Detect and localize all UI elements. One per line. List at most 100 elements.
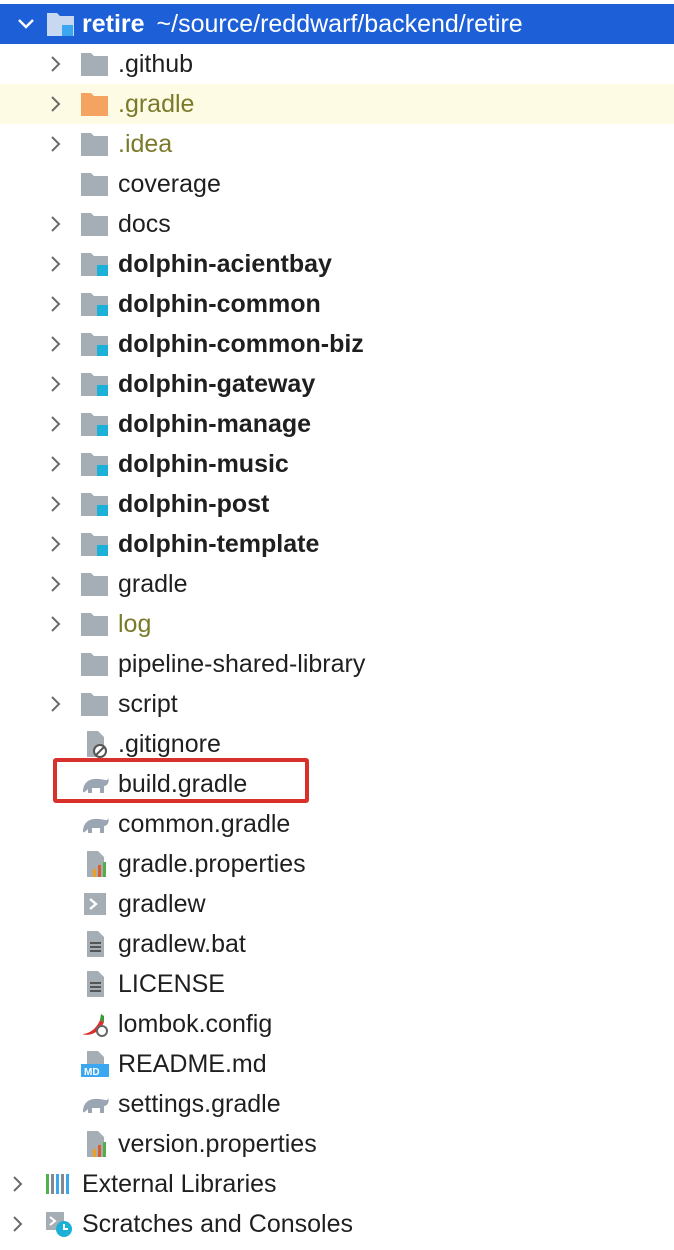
tree-root-retire[interactable]: retire ~/source/reddwarf/backend/retire bbox=[0, 4, 674, 44]
chevron-right-icon[interactable] bbox=[46, 124, 66, 164]
library-icon bbox=[44, 1170, 74, 1198]
tree-item-label: common.gradle bbox=[118, 810, 291, 838]
chevron-right-icon[interactable] bbox=[46, 484, 66, 524]
tree-item-license[interactable]: LICENSE bbox=[0, 964, 674, 1004]
folder-icon bbox=[80, 610, 110, 638]
module-folder-icon bbox=[80, 410, 110, 438]
tree-item-log[interactable]: log bbox=[0, 604, 674, 644]
tree-item-gradlew-bat[interactable]: gradlew.bat bbox=[0, 924, 674, 964]
tree-item-dolphin-music[interactable]: dolphin-music bbox=[0, 444, 674, 484]
tree-item-gradle-cache[interactable]: .gradle bbox=[0, 84, 674, 124]
tree-item-label: gradle.properties bbox=[118, 850, 306, 878]
tree-item-gradlew[interactable]: gradlew bbox=[0, 884, 674, 924]
tree-item-dolphin-acientbay[interactable]: dolphin-acientbay bbox=[0, 244, 674, 284]
tree-item-dolphin-gateway[interactable]: dolphin-gateway bbox=[0, 364, 674, 404]
tree-item-label: gradlew.bat bbox=[118, 930, 246, 958]
chevron-right-icon[interactable] bbox=[46, 44, 66, 84]
chevron-right-icon[interactable] bbox=[46, 564, 66, 604]
tree-item-settings-gradle[interactable]: settings.gradle bbox=[0, 1084, 674, 1124]
tree-item-readme[interactable]: MD README.md bbox=[0, 1044, 674, 1084]
tree-item-label: lombok.config bbox=[118, 1010, 273, 1038]
tree-item-common-gradle[interactable]: common.gradle bbox=[0, 804, 674, 844]
module-folder-icon bbox=[46, 10, 76, 38]
tree-item-label: README.md bbox=[118, 1050, 267, 1078]
tree-item-label: External Libraries bbox=[82, 1170, 277, 1198]
scratches-icon bbox=[44, 1210, 74, 1238]
text-file-icon bbox=[80, 930, 110, 958]
tree-item-label: LICENSE bbox=[118, 970, 225, 998]
tree-item-dolphin-common[interactable]: dolphin-common bbox=[0, 284, 674, 324]
tree-item-coverage[interactable]: coverage bbox=[0, 164, 674, 204]
tree-item-label: .gradle bbox=[118, 90, 195, 118]
folder-icon bbox=[80, 210, 110, 238]
svg-text:MD: MD bbox=[84, 1067, 100, 1078]
chevron-right-icon[interactable] bbox=[46, 604, 66, 644]
lombok-chili-icon bbox=[80, 1010, 110, 1038]
folder-icon bbox=[80, 690, 110, 718]
tree-item-label: dolphin-music bbox=[118, 450, 289, 478]
chevron-right-icon[interactable] bbox=[46, 364, 66, 404]
folder-icon bbox=[80, 90, 110, 118]
chevron-right-icon[interactable] bbox=[46, 84, 66, 124]
chevron-right-icon[interactable] bbox=[46, 244, 66, 284]
root-name: retire bbox=[82, 10, 145, 38]
chevron-right-icon[interactable] bbox=[46, 524, 66, 564]
shell-script-icon bbox=[80, 890, 110, 918]
folder-icon bbox=[80, 650, 110, 678]
tree-item-label: gradle bbox=[118, 570, 188, 598]
tree-item-idea[interactable]: .idea bbox=[0, 124, 674, 164]
tree-item-docs[interactable]: docs bbox=[0, 204, 674, 244]
project-tree: retire ~/source/reddwarf/backend/retire .… bbox=[0, 4, 674, 1244]
tree-item-label: dolphin-gateway bbox=[118, 370, 316, 398]
folder-icon bbox=[80, 170, 110, 198]
gradle-elephant-icon bbox=[80, 1090, 110, 1118]
chevron-right-icon[interactable] bbox=[46, 444, 66, 484]
tree-item-label: pipeline-shared-library bbox=[118, 650, 366, 678]
folder-icon bbox=[80, 570, 110, 598]
chevron-right-icon[interactable] bbox=[8, 1204, 28, 1244]
tree-item-version-properties[interactable]: version.properties bbox=[0, 1124, 674, 1164]
tree-item-label: dolphin-common bbox=[118, 290, 321, 318]
module-folder-icon bbox=[80, 450, 110, 478]
chevron-down-icon[interactable] bbox=[16, 4, 36, 44]
tree-item-lombok-config[interactable]: lombok.config bbox=[0, 1004, 674, 1044]
module-folder-icon bbox=[80, 530, 110, 558]
tree-item-github[interactable]: .github bbox=[0, 44, 674, 84]
chevron-right-icon[interactable] bbox=[46, 284, 66, 324]
tree-item-label: coverage bbox=[118, 170, 221, 198]
tree-item-dolphin-common-biz[interactable]: dolphin-common-biz bbox=[0, 324, 674, 364]
root-path: ~/source/reddwarf/backend/retire bbox=[156, 10, 523, 38]
chevron-right-icon[interactable] bbox=[46, 684, 66, 724]
tree-item-external-libraries[interactable]: External Libraries bbox=[0, 1164, 674, 1204]
folder-icon bbox=[80, 50, 110, 78]
tree-item-label: gradlew bbox=[118, 890, 206, 918]
tree-item-gradle-properties[interactable]: gradle.properties bbox=[0, 844, 674, 884]
tree-item-label: dolphin-manage bbox=[118, 410, 312, 438]
tree-item-label: dolphin-post bbox=[118, 490, 270, 518]
tree-item-gradle[interactable]: gradle bbox=[0, 564, 674, 604]
ignore-file-icon bbox=[80, 730, 110, 758]
chevron-right-icon[interactable] bbox=[46, 324, 66, 364]
module-folder-icon bbox=[80, 330, 110, 358]
tree-item-label: settings.gradle bbox=[118, 1090, 281, 1118]
tree-item-label: .github bbox=[118, 50, 194, 78]
tree-item-label: dolphin-common-biz bbox=[118, 330, 364, 358]
tree-item-label: Scratches and Consoles bbox=[82, 1210, 353, 1238]
tree-item-dolphin-template[interactable]: dolphin-template bbox=[0, 524, 674, 564]
tree-item-label: .idea bbox=[118, 130, 173, 158]
tree-item-script[interactable]: script bbox=[0, 684, 674, 724]
tree-item-label: log bbox=[118, 610, 152, 638]
module-folder-icon bbox=[80, 250, 110, 278]
properties-file-icon bbox=[80, 1130, 110, 1158]
tree-item-scratches-and-consoles[interactable]: Scratches and Consoles bbox=[0, 1204, 674, 1244]
tree-item-label: script bbox=[118, 690, 178, 718]
chevron-right-icon[interactable] bbox=[46, 204, 66, 244]
gradle-elephant-icon bbox=[80, 810, 110, 838]
tree-item-pipeline-shared-library[interactable]: pipeline-shared-library bbox=[0, 644, 674, 684]
tree-item-label: version.properties bbox=[118, 1130, 317, 1158]
chevron-right-icon[interactable] bbox=[8, 1164, 28, 1204]
chevron-right-icon[interactable] bbox=[46, 404, 66, 444]
tree-item-dolphin-post[interactable]: dolphin-post bbox=[0, 484, 674, 524]
tree-item-dolphin-manage[interactable]: dolphin-manage bbox=[0, 404, 674, 444]
tree-item-label: docs bbox=[118, 210, 171, 238]
